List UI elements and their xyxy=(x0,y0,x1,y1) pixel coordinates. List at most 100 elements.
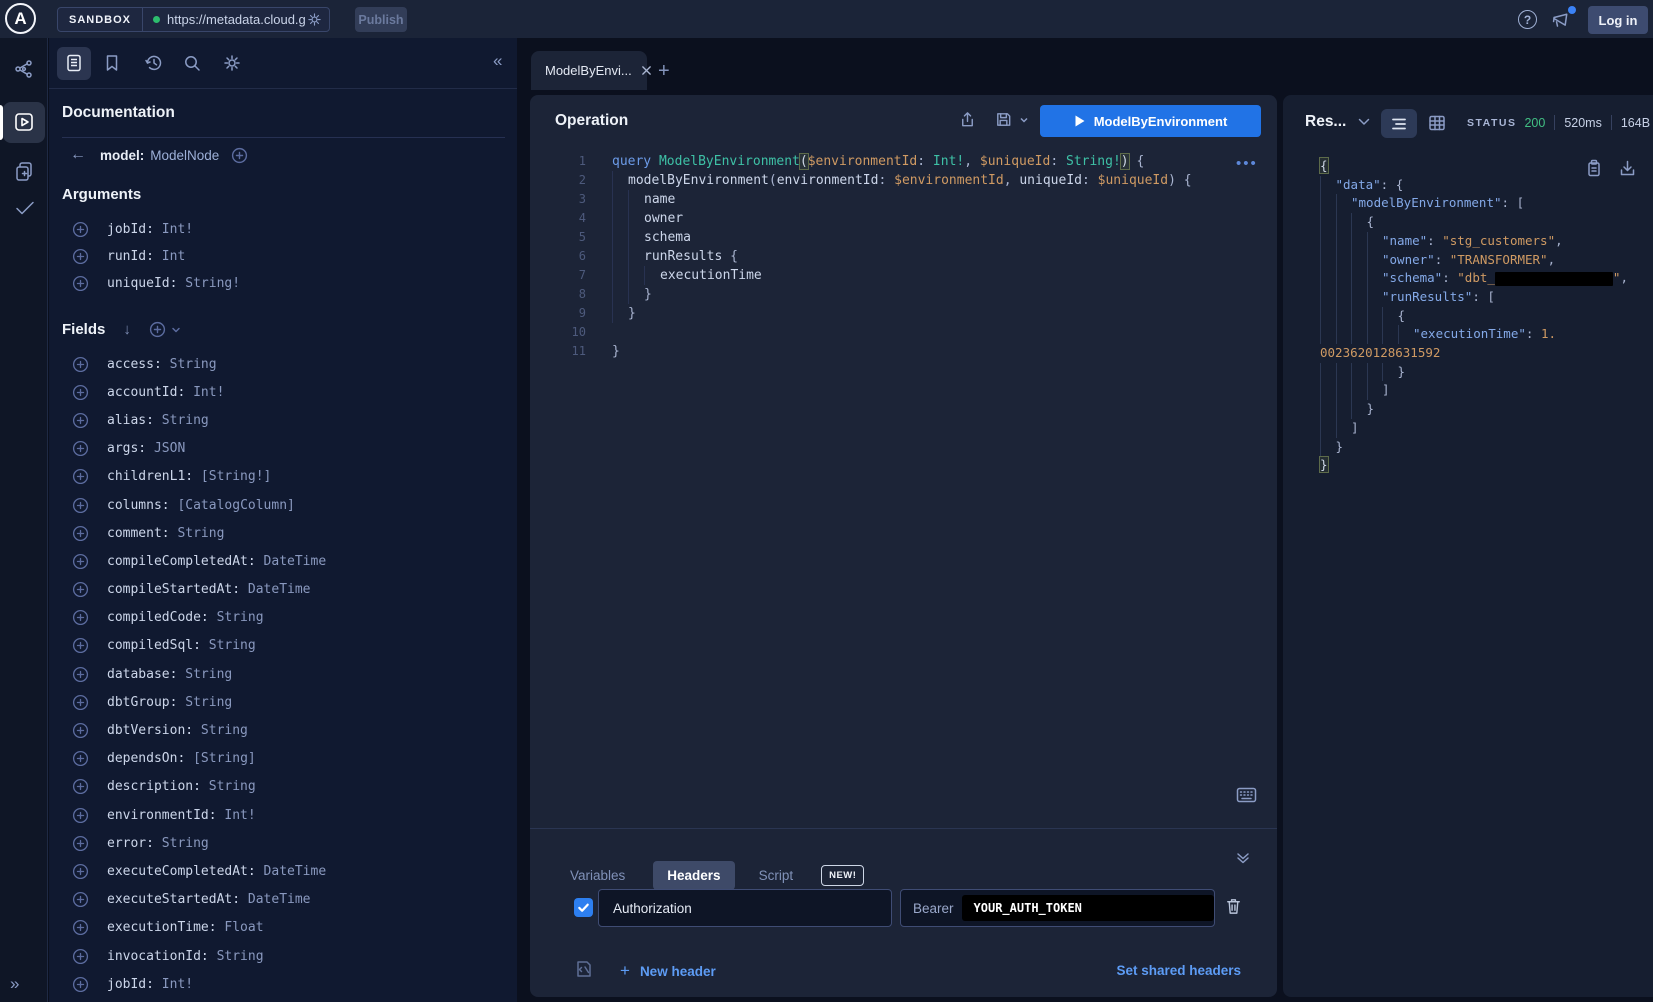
doc-field-row[interactable]: environmentId: Int! xyxy=(62,801,512,829)
add-field-icon[interactable] xyxy=(72,412,89,429)
doc-field-row[interactable]: executionTime: Float xyxy=(62,914,512,942)
doc-field-row[interactable]: dbtVersion: String xyxy=(62,716,512,744)
copy-response-icon[interactable] xyxy=(1586,159,1602,177)
add-field-icon[interactable] xyxy=(72,221,89,238)
new-tab-button[interactable]: + xyxy=(658,60,670,83)
doc-field-row[interactable]: dbtGroup: String xyxy=(62,688,512,716)
collapse-secondary-panel-icon[interactable] xyxy=(1235,850,1251,866)
sort-fields-icon[interactable]: ↓ xyxy=(123,321,131,338)
add-field-icon[interactable] xyxy=(72,384,89,401)
add-field-icon[interactable] xyxy=(72,468,89,485)
add-field-icon[interactable] xyxy=(72,581,89,598)
tab-headers[interactable]: Headers xyxy=(653,861,734,890)
close-tab-icon[interactable] xyxy=(641,65,652,76)
editor-more-options-icon[interactable]: ••• xyxy=(1236,155,1258,172)
doc-field-row[interactable]: compileCompletedAt: DateTime xyxy=(62,547,512,575)
add-field-icon[interactable] xyxy=(72,356,89,373)
delete-header-icon[interactable] xyxy=(1224,896,1243,916)
formatted-view-button[interactable] xyxy=(1381,109,1417,138)
doc-field-row[interactable] xyxy=(62,998,512,1002)
add-field-icon[interactable] xyxy=(72,694,89,711)
endpoint-url-box[interactable]: SANDBOX https://metadata.cloud.get xyxy=(57,7,330,32)
doc-field-row[interactable]: childrenL1: [String!] xyxy=(62,463,512,491)
breadcrumb-type[interactable]: ModelNode xyxy=(150,148,219,163)
operation-tab[interactable]: ModelByEnvi... xyxy=(531,51,647,90)
publish-button[interactable]: Publish xyxy=(355,7,407,32)
operation-collection-icon[interactable] xyxy=(13,160,35,182)
header-value-input[interactable]: Bearer YOUR_AUTH_TOKEN xyxy=(900,889,1215,927)
settings-tab-icon[interactable] xyxy=(222,53,242,73)
add-all-fields-icon[interactable] xyxy=(149,321,181,338)
add-field-icon[interactable] xyxy=(72,919,89,936)
add-type-icon[interactable] xyxy=(231,147,248,164)
explorer-icon[interactable] xyxy=(13,111,35,133)
doc-field-row[interactable]: jobId: Int! xyxy=(62,216,502,243)
add-field-icon[interactable] xyxy=(72,863,89,880)
add-field-icon[interactable] xyxy=(72,275,89,292)
doc-field-row[interactable]: compileStartedAt: DateTime xyxy=(62,576,512,604)
back-arrow-icon[interactable]: ← xyxy=(70,146,100,164)
doc-field-row[interactable]: compiledCode: String xyxy=(62,604,512,632)
add-field-icon[interactable] xyxy=(72,440,89,457)
expand-rail-icon[interactable]: » xyxy=(10,974,19,994)
doc-field-row[interactable]: args: JSON xyxy=(62,435,512,463)
add-field-icon[interactable] xyxy=(72,525,89,542)
doc-field-row[interactable]: comment: String xyxy=(62,519,512,547)
doc-field-row[interactable]: executeCompletedAt: DateTime xyxy=(62,857,512,885)
add-field-icon[interactable] xyxy=(72,750,89,767)
download-response-icon[interactable] xyxy=(1619,159,1636,177)
auth-token-pill[interactable]: YOUR_AUTH_TOKEN xyxy=(962,895,1214,921)
doc-field-row[interactable]: executeStartedAt: DateTime xyxy=(62,886,512,914)
login-button[interactable]: Log in xyxy=(1588,6,1648,34)
doc-field-row[interactable]: database: String xyxy=(62,660,512,688)
response-json-viewer[interactable]: {"data": {"modelByEnvironment": [{"name"… xyxy=(1320,157,1640,475)
history-tab-icon[interactable] xyxy=(144,53,164,73)
doc-field-row[interactable]: compiledSql: String xyxy=(62,632,512,660)
environment-variables-icon[interactable] xyxy=(574,959,594,979)
add-field-icon[interactable] xyxy=(72,553,89,570)
response-dropdown-chevron-icon[interactable] xyxy=(1358,117,1370,127)
add-field-icon[interactable] xyxy=(72,609,89,626)
new-header-button[interactable]: + New header xyxy=(620,961,716,981)
add-field-icon[interactable] xyxy=(72,948,89,965)
doc-field-row[interactable]: access: String xyxy=(62,350,512,378)
set-shared-headers-link[interactable]: Set shared headers xyxy=(1116,963,1241,978)
table-view-button[interactable] xyxy=(1428,114,1446,132)
collapse-docs-panel-icon[interactable]: « xyxy=(493,51,502,71)
search-tab-icon[interactable] xyxy=(182,53,202,73)
save-operation-icon[interactable] xyxy=(994,110,1029,129)
doc-field-row[interactable]: alias: String xyxy=(62,406,512,434)
endpoint-settings-gear-icon[interactable] xyxy=(307,12,322,27)
share-operation-icon[interactable] xyxy=(958,110,977,129)
checks-icon[interactable] xyxy=(13,198,37,218)
doc-field-row[interactable]: columns: [CatalogColumn] xyxy=(62,491,512,519)
add-field-icon[interactable] xyxy=(72,637,89,654)
add-field-icon[interactable] xyxy=(72,835,89,852)
header-name-input[interactable] xyxy=(598,889,892,927)
tab-script[interactable]: Script xyxy=(759,868,794,883)
add-field-icon[interactable] xyxy=(72,891,89,908)
add-field-icon[interactable] xyxy=(72,976,89,993)
doc-field-row[interactable]: description: String xyxy=(62,773,512,801)
doc-field-row[interactable]: error: String xyxy=(62,829,512,857)
documentation-tab-icon[interactable] xyxy=(64,53,84,73)
add-field-icon[interactable] xyxy=(72,722,89,739)
doc-field-row[interactable]: dependsOn: [String] xyxy=(62,745,512,773)
apollo-logo-icon[interactable]: A xyxy=(5,3,36,34)
add-field-icon[interactable] xyxy=(72,666,89,683)
doc-field-row[interactable]: uniqueId: String! xyxy=(62,270,502,297)
doc-field-row[interactable]: jobId: Int! xyxy=(62,970,512,998)
schema-graph-icon[interactable] xyxy=(13,58,35,80)
doc-field-row[interactable]: accountId: Int! xyxy=(62,378,512,406)
keyboard-shortcuts-icon[interactable] xyxy=(1236,787,1257,803)
help-icon[interactable]: ? xyxy=(1518,10,1537,29)
add-field-icon[interactable] xyxy=(72,807,89,824)
header-enabled-checkbox[interactable] xyxy=(574,898,593,917)
add-field-icon[interactable] xyxy=(72,497,89,514)
bookmarks-tab-icon[interactable] xyxy=(102,53,122,73)
add-field-icon[interactable] xyxy=(72,248,89,265)
endpoint-url[interactable]: https://metadata.cloud.get xyxy=(167,12,305,27)
graphql-query-editor[interactable]: 1query ModelByEnvironment($environmentId… xyxy=(530,147,1277,822)
doc-field-row[interactable]: runId: Int xyxy=(62,243,502,270)
tab-variables[interactable]: Variables xyxy=(570,868,625,883)
